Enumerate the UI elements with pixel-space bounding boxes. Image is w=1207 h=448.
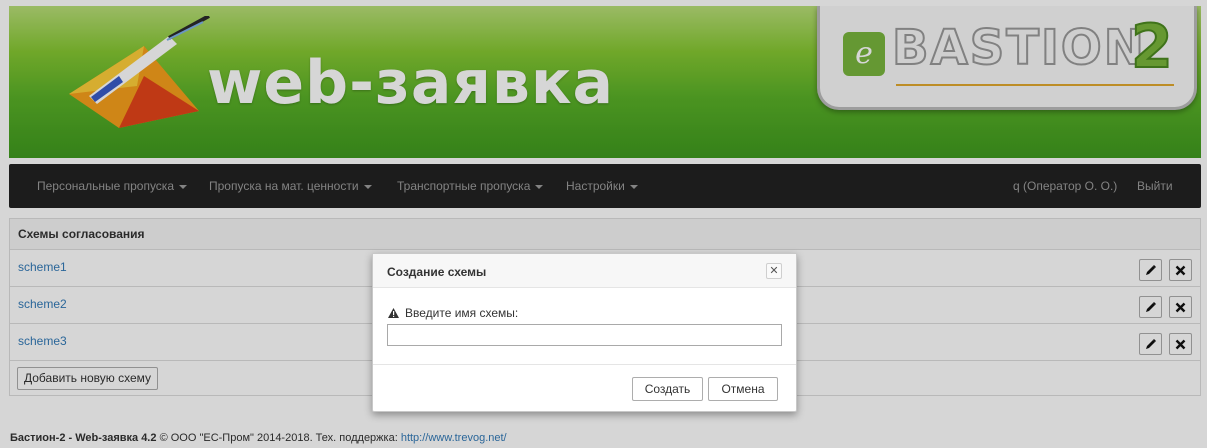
dialog-title: Создание схемы bbox=[387, 265, 487, 279]
dialog-message-text: Введите имя схемы: bbox=[405, 306, 519, 320]
cancel-button[interactable]: Отмена bbox=[708, 377, 778, 401]
dialog-header: Создание схемы ✕ bbox=[373, 254, 796, 288]
dialog-footer: Создать Отмена bbox=[373, 364, 796, 412]
close-icon[interactable]: ✕ bbox=[766, 263, 782, 279]
create-scheme-dialog: Создание схемы ✕ Введите имя схемы: Созд… bbox=[372, 253, 797, 412]
dialog-message: Введите имя схемы: bbox=[388, 306, 518, 320]
warning-icon bbox=[388, 308, 399, 318]
scheme-name-input[interactable] bbox=[387, 324, 782, 346]
create-button[interactable]: Создать bbox=[632, 377, 703, 401]
